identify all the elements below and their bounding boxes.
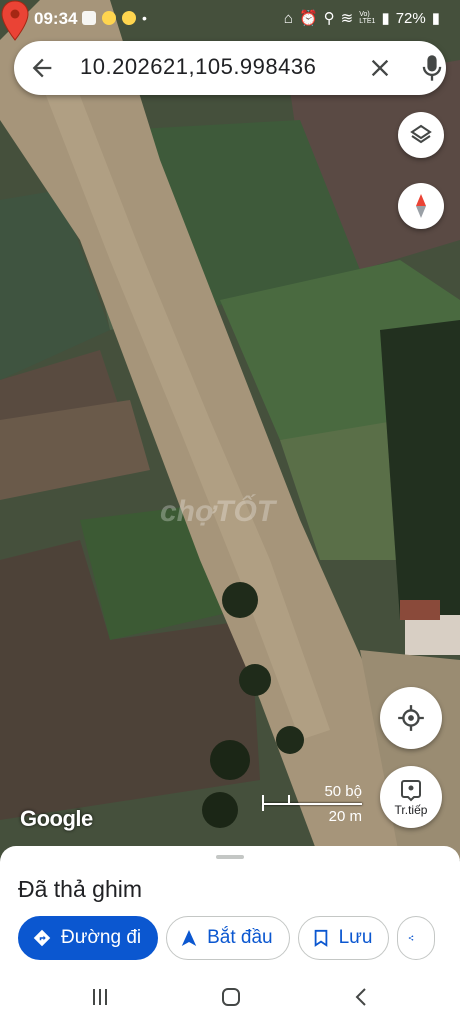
directions-button[interactable]: Đường đi bbox=[18, 916, 159, 960]
compass-button[interactable] bbox=[398, 183, 444, 229]
action-chips: Đường đi Bắt đầu Lưu bbox=[18, 916, 436, 960]
navigation-pin-icon bbox=[401, 779, 421, 801]
back-icon[interactable] bbox=[350, 986, 374, 1008]
back-arrow-icon[interactable] bbox=[28, 54, 56, 82]
scale-bar: 50 bộ 20 m bbox=[262, 781, 366, 827]
runner-icon bbox=[102, 11, 116, 25]
start-button[interactable]: Bắt đầu bbox=[166, 916, 290, 960]
bookmark-icon bbox=[314, 929, 327, 947]
signal-icon: ▮ bbox=[381, 10, 390, 27]
status-time: 09:34 bbox=[34, 9, 78, 28]
navigate-arrow-icon bbox=[181, 930, 197, 946]
home-icon[interactable] bbox=[219, 986, 243, 1008]
google-logo: Google bbox=[20, 806, 93, 831]
recent-apps-icon[interactable] bbox=[88, 986, 112, 1008]
scale-tick bbox=[288, 795, 290, 803]
layers-icon bbox=[410, 124, 432, 144]
scale-line bbox=[262, 803, 362, 805]
my-location-button[interactable] bbox=[380, 687, 442, 749]
wifi-icon: ≋ bbox=[340, 10, 354, 27]
status-bar: 09:34 • ⌂ ⏰ ⚲ ≋ Vo) LTE1 ▮ 72% ▮ bbox=[0, 0, 460, 36]
my-location-icon bbox=[398, 705, 424, 731]
sheet-title: Đã thả ghim bbox=[18, 876, 143, 902]
save-button[interactable]: Lưu bbox=[297, 916, 390, 960]
start-navigation-button[interactable]: Tr.tiếp bbox=[380, 766, 442, 828]
battery-icon: ▮ bbox=[431, 10, 440, 27]
system-icons: ⌂ ⏰ ⚲ ≋ Vo) LTE1 ▮ 72% ▮ bbox=[283, 9, 440, 28]
alarm-icon: ⏰ bbox=[298, 10, 318, 27]
scale-label-imperial: 50 bộ bbox=[324, 783, 362, 800]
share-button[interactable] bbox=[397, 916, 436, 960]
lock-icon: ⌂ bbox=[283, 9, 293, 27]
start-label: Bắt đầu bbox=[207, 927, 273, 948]
scale-label-metric: 20 m bbox=[328, 808, 362, 825]
scale-tick bbox=[262, 795, 264, 811]
battery-percent: 72% bbox=[395, 9, 426, 27]
dot-icon: • bbox=[142, 10, 147, 26]
system-navigation-bar bbox=[0, 968, 460, 1024]
location-icon: ⚲ bbox=[323, 10, 335, 27]
directions-icon bbox=[33, 929, 51, 947]
drag-handle[interactable] bbox=[216, 855, 244, 859]
watermark: chợTỐT bbox=[160, 495, 276, 528]
network-label: Vo) LTE1 bbox=[359, 11, 376, 25]
directions-label: Đường đi bbox=[61, 927, 142, 948]
layers-button[interactable] bbox=[398, 112, 444, 158]
runner-icon bbox=[122, 11, 136, 25]
search-bar[interactable]: 10.202621,105.998436 bbox=[14, 41, 446, 95]
search-query[interactable]: 10.202621,105.998436 bbox=[80, 54, 316, 80]
nav-button-label: Tr.tiếp bbox=[394, 802, 428, 817]
close-icon[interactable] bbox=[366, 54, 394, 82]
mic-icon[interactable] bbox=[418, 53, 446, 83]
notification-icons: • bbox=[82, 10, 147, 26]
share-icon bbox=[409, 935, 414, 941]
compass-icon bbox=[416, 194, 426, 218]
save-label: Lưu bbox=[338, 927, 373, 948]
gallery-icon bbox=[82, 11, 96, 25]
